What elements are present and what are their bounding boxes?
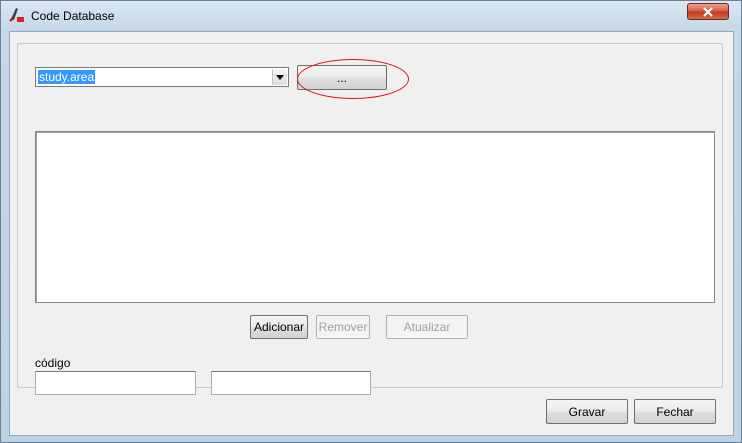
study-area-selected-value: study.area [38,70,96,84]
code-label: código [35,356,71,370]
add-button[interactable]: Adicionar [250,315,308,339]
close-button[interactable]: Fechar [634,399,716,424]
window-close-button[interactable] [687,3,729,20]
close-x-icon [703,6,713,17]
save-button[interactable]: Gravar [546,399,628,424]
window-title: Code Database [31,9,115,23]
code-database-window: Code Database study.area ... Adicionar R… [0,0,742,443]
browse-button[interactable]: ... [297,65,387,90]
study-area-dropdown[interactable]: study.area [35,67,289,87]
dialog-client-area: study.area ... Adicionar Remover Atualiz… [9,31,734,436]
main-group-box: study.area ... Adicionar Remover Atualiz… [17,43,723,395]
description-input[interactable] [211,371,371,395]
chevron-down-icon[interactable] [272,69,287,85]
remove-button[interactable]: Remover [316,315,370,339]
drawing-app-icon [8,6,26,24]
code-list[interactable] [35,131,715,303]
code-input[interactable] [35,371,196,395]
title-bar[interactable]: Code Database [1,1,741,31]
update-button[interactable]: Atualizar [386,315,468,339]
